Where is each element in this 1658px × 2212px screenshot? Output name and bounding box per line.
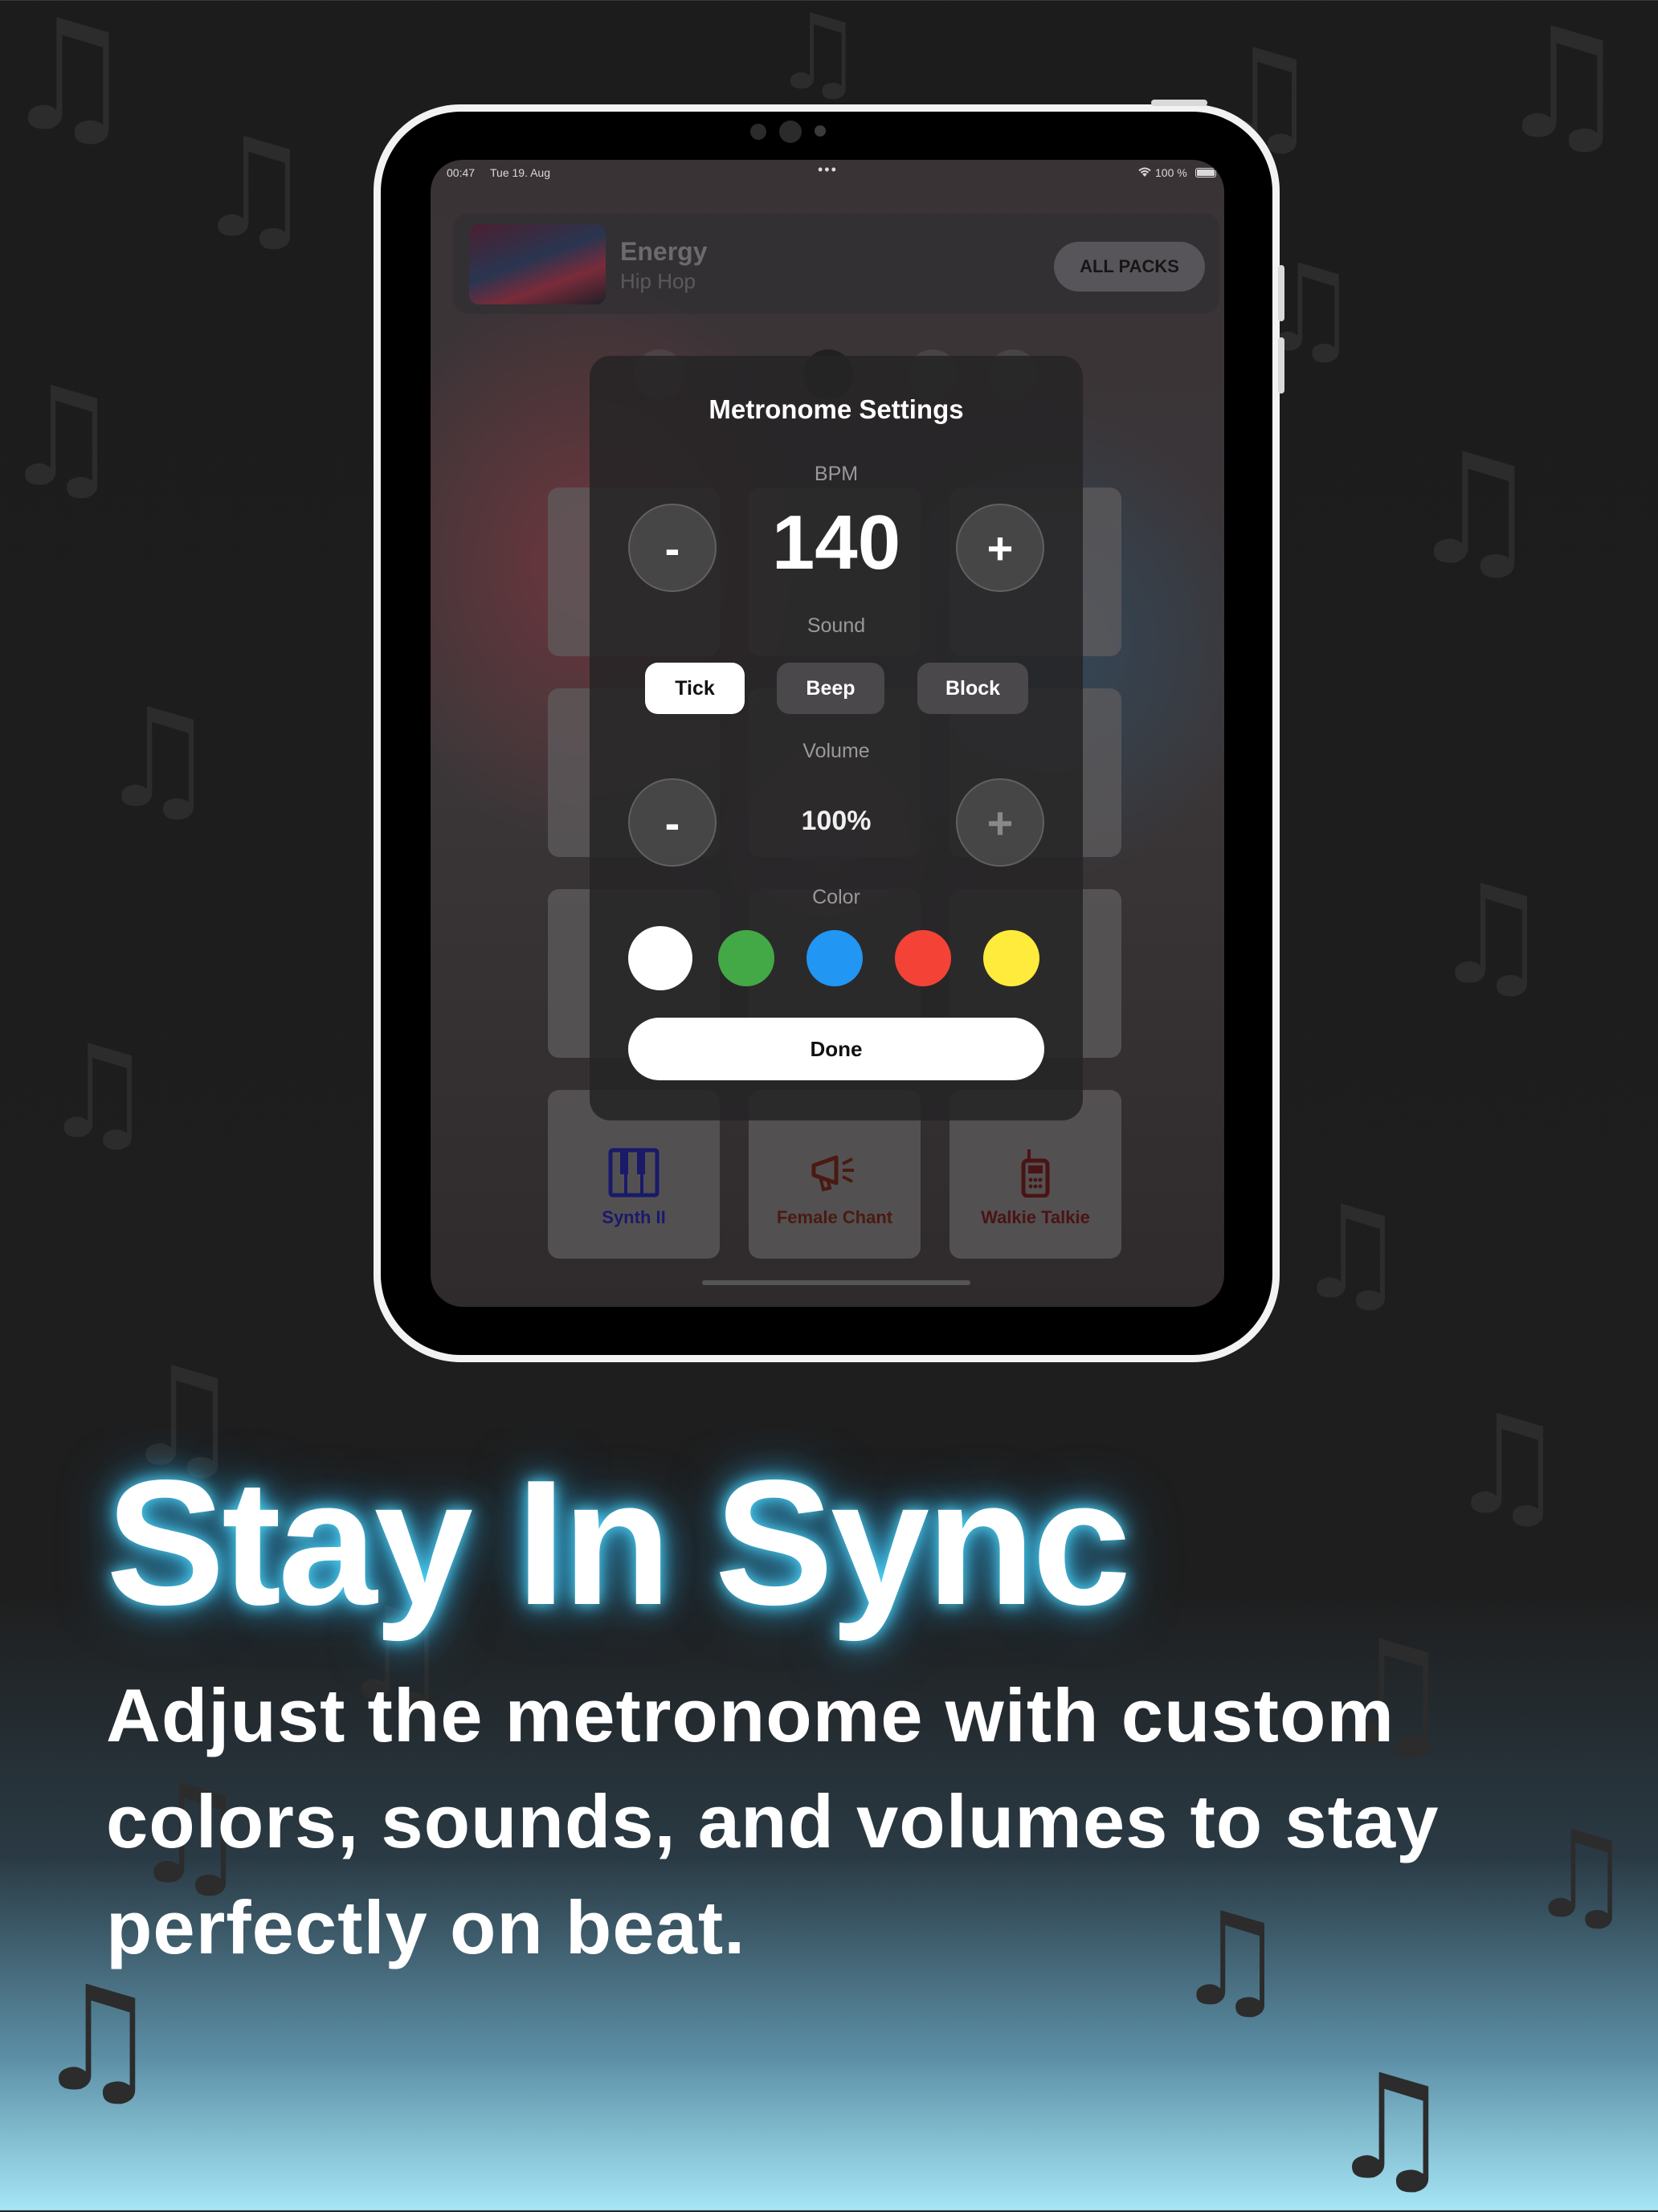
ipad-device-frame: 00:47 Tue 19. Aug ••• 100 % Energy Hip H… [374,100,1284,1362]
wifi-icon [1137,166,1152,180]
status-date: Tue 19. Aug [490,166,550,179]
headline: Stay In Sync [106,1443,1131,1643]
subcopy: Adjust the metronome with custom colors,… [106,1673,1440,1969]
bpm-increase-button[interactable]: + [956,504,1044,592]
ipad-screen: 00:47 Tue 19. Aug ••• 100 % Energy Hip H… [431,160,1224,1307]
front-camera-icon [779,120,802,143]
sound-option-tick[interactable]: Tick [645,663,745,714]
volume-label: Volume [802,740,870,762]
music-note-icon: ♫ [0,0,137,165]
music-note-icon: ♫ [1406,421,1543,598]
pad-label: Walkie Talkie [981,1207,1090,1227]
music-note-icon: ♫ [1494,0,1631,173]
sensor-icon [750,124,766,140]
album-artwork [469,224,606,304]
pack-title: Energy [620,237,708,266]
volume-increase-button-disabled[interactable]: + [956,778,1044,867]
status-time: 00:47 [447,166,476,179]
music-note-icon: ♫ [193,109,316,268]
music-note-icon: ♫ [1325,2044,1456,2212]
megaphone-icon [749,1148,921,1202]
color-swatch-yellow[interactable] [983,930,1039,986]
sound-option-block[interactable]: Block [917,663,1028,714]
power-side-button [1151,100,1207,106]
all-packs-button[interactable]: ALL PACKS [1054,242,1205,292]
battery-percent: 100 % [1155,166,1187,179]
pad-label: Synth II [602,1207,666,1227]
pad-label: Female Chant [776,1207,893,1227]
color-swatch-white[interactable] [628,926,692,990]
walkie-talkie-icon [949,1148,1121,1202]
metronome-settings-modal: Metronome Settings BPM - 140 + Sound Tic… [590,356,1083,1120]
color-swatch-blue[interactable] [807,930,863,986]
done-button[interactable]: Done [628,1018,1044,1080]
music-note-icon: ♫ [96,680,219,839]
music-note-icon: ♫ [32,1956,162,2124]
sound-label: Sound [807,614,866,637]
modal-title: Metronome Settings [709,394,964,424]
music-note-icon: ♫ [1293,1177,1409,1328]
now-playing-bar[interactable]: Energy Hip Hop ALL PACKS [453,213,1219,314]
battery-icon [1195,168,1216,178]
sound-option-beep[interactable]: Beep [777,663,884,714]
music-note-icon: ♫ [40,1017,156,1167]
pack-genre: Hip Hop [620,269,696,293]
light-sensor-icon [815,125,826,137]
music-note-icon: ♫ [1446,1386,1569,1545]
multitasking-dots[interactable]: ••• [818,161,838,178]
music-note-icon: ♫ [0,358,123,517]
volume-down-side-button [1278,337,1284,394]
color-label: Color [812,886,860,908]
volume-up-side-button [1278,265,1284,321]
piano-icon [548,1148,720,1202]
color-swatch-green[interactable] [718,930,774,986]
home-indicator[interactable] [702,1280,970,1285]
bpm-label: BPM [814,463,859,485]
device-bezel: 00:47 Tue 19. Aug ••• 100 % Energy Hip H… [381,112,1272,1355]
music-note-icon: ♫ [1430,856,1553,1015]
color-swatch-red[interactable] [895,930,951,986]
music-note-icon: ♫ [771,0,865,113]
